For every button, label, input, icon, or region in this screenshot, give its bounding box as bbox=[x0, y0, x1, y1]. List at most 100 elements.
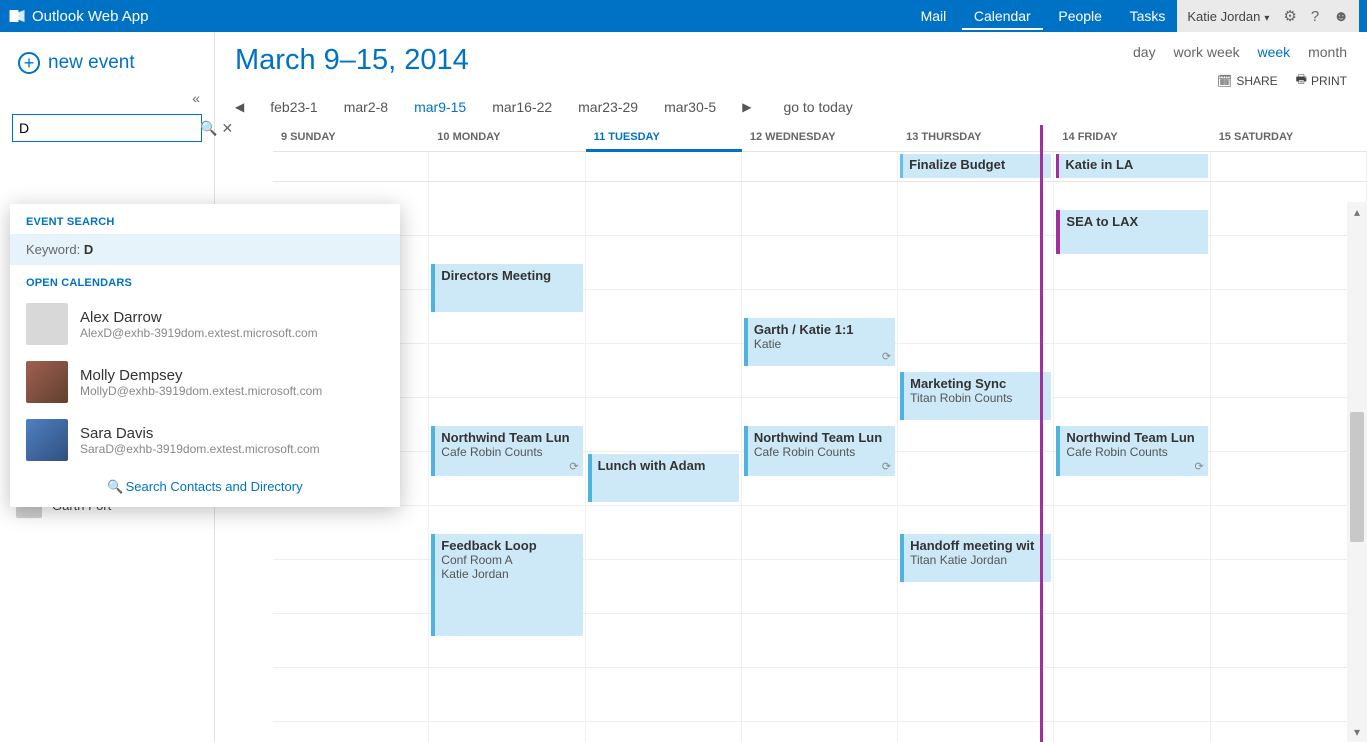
person-result[interactable]: Molly Dempsey MollyD@exhb-3919dom.extest… bbox=[10, 353, 400, 411]
user-menu[interactable]: Katie Jordan▾ bbox=[1187, 9, 1269, 24]
user-presence-icon[interactable]: ☻ bbox=[1333, 8, 1349, 25]
person-result[interactable]: Sara Davis SaraD@exhb-3919dom.extest.mic… bbox=[10, 411, 400, 469]
day-column[interactable]: Directors Meeting Northwind Team LunCafe … bbox=[429, 182, 585, 742]
app-title: Outlook Web App bbox=[32, 8, 148, 25]
day-column[interactable] bbox=[1211, 182, 1367, 742]
calendar-event[interactable]: Marketing SyncTitan Robin Counts bbox=[900, 372, 1051, 420]
day-header[interactable]: 12 WEDNESDAY bbox=[742, 125, 898, 151]
nav-tasks[interactable]: Tasks bbox=[1118, 2, 1178, 30]
event-search-header: EVENT SEARCH bbox=[10, 204, 400, 234]
event-title: Northwind Team Lun bbox=[1066, 430, 1201, 445]
allday-cell[interactable]: Katie in LA bbox=[1054, 152, 1210, 181]
share-button[interactable]: 🗓SHARE bbox=[1217, 70, 1278, 91]
nav-mail[interactable]: Mail bbox=[909, 2, 959, 30]
person-result[interactable]: Alex Darrow AlexD@exhb-3919dom.extest.mi… bbox=[10, 295, 400, 353]
help-icon[interactable]: ? bbox=[1311, 8, 1319, 25]
new-event-button[interactable]: + new event bbox=[0, 46, 214, 90]
person-name: Alex Darrow bbox=[80, 309, 318, 326]
scroll-thumb[interactable] bbox=[1350, 412, 1364, 542]
event-title: Marketing Sync bbox=[910, 376, 1045, 391]
person-email: MollyD@exhb-3919dom.extest.microsoft.com bbox=[80, 384, 322, 398]
search-dropdown: EVENT SEARCH Keyword: D OPEN CALENDARS A… bbox=[10, 204, 400, 507]
allday-event[interactable]: Katie in LA bbox=[1056, 154, 1207, 178]
view-day[interactable]: day bbox=[1133, 44, 1156, 60]
view-work-week[interactable]: work week bbox=[1173, 44, 1239, 60]
print-icon: 🖶 bbox=[1296, 70, 1307, 91]
allday-cell[interactable]: Finalize Budget bbox=[898, 152, 1054, 181]
day-column[interactable]: Marketing SyncTitan Robin Counts Handoff … bbox=[898, 182, 1054, 742]
week-nav-item[interactable]: mar16-22 bbox=[492, 99, 552, 115]
event-subtitle: Cafe Robin Counts bbox=[441, 445, 576, 459]
allday-cell[interactable] bbox=[1211, 152, 1367, 181]
nav-calendar[interactable]: Calendar bbox=[962, 2, 1043, 30]
allday-cell[interactable] bbox=[742, 152, 898, 181]
view-month[interactable]: month bbox=[1308, 44, 1347, 60]
share-icon: 🗓 bbox=[1217, 74, 1232, 88]
day-header[interactable]: 11 TUESDAY bbox=[586, 125, 742, 152]
vertical-scrollbar[interactable]: ▴ ▾ bbox=[1347, 202, 1367, 742]
prev-week-icon[interactable]: ◀ bbox=[235, 100, 244, 114]
scroll-down-icon[interactable]: ▾ bbox=[1347, 722, 1367, 742]
user-area: Katie Jordan▾ ⚙ ? ☻ bbox=[1177, 0, 1359, 32]
week-nav-item[interactable]: mar30-5 bbox=[664, 99, 716, 115]
calendar-search-box[interactable]: 🔍 ✕ bbox=[12, 114, 202, 142]
current-time-line bbox=[1040, 125, 1043, 742]
week-nav-item[interactable]: mar23-29 bbox=[578, 99, 638, 115]
day-column[interactable]: SEA to LAX Northwind Team LunCafe Robin C… bbox=[1054, 182, 1210, 742]
allday-cell[interactable] bbox=[429, 152, 585, 181]
grid-columns: Directors MeetingNorthwind Team LunCafe … bbox=[273, 182, 1367, 742]
search-input[interactable] bbox=[19, 118, 200, 138]
week-nav-item[interactable]: feb23-1 bbox=[270, 99, 317, 115]
grid-scroll[interactable]: 1p2p3p4p5p Directors MeetingNorthwind Te… bbox=[273, 182, 1367, 742]
calendar-event[interactable]: SEA to LAX bbox=[1056, 210, 1207, 254]
keyword-row[interactable]: Keyword: D bbox=[10, 234, 400, 265]
nav-people[interactable]: People bbox=[1046, 2, 1114, 30]
week-nav-item[interactable]: mar2-8 bbox=[344, 99, 388, 115]
calendar-event[interactable]: Feedback LoopConf Room AKatie Jordan bbox=[431, 534, 582, 636]
allday-cell[interactable] bbox=[586, 152, 742, 181]
calendar-event[interactable]: Northwind Team LunCafe Robin Counts⟳ bbox=[1056, 426, 1207, 476]
calendar-event[interactable]: Northwind Team LunCafe Robin Counts⟳ bbox=[431, 426, 582, 476]
view-week[interactable]: week bbox=[1258, 44, 1291, 60]
top-nav: Mail Calendar People Tasks bbox=[909, 2, 1178, 30]
avatar bbox=[26, 303, 68, 345]
recurring-icon: ⟳ bbox=[569, 460, 578, 473]
recurring-icon: ⟳ bbox=[1194, 460, 1203, 473]
day-header[interactable]: 14 FRIDAY bbox=[1054, 125, 1210, 151]
day-header[interactable]: 9 SUNDAY bbox=[273, 125, 429, 151]
search-directory-link[interactable]: 🔍Search Contacts and Directory bbox=[10, 469, 400, 501]
person-email: SaraD@exhb-3919dom.extest.microsoft.com bbox=[80, 442, 320, 456]
event-title: Northwind Team Lun bbox=[754, 430, 889, 445]
calendar-event[interactable]: Directors Meeting bbox=[431, 264, 582, 312]
calendar-event[interactable]: Garth / Katie 1:1Katie⟳ bbox=[744, 318, 895, 366]
scroll-up-icon[interactable]: ▴ bbox=[1347, 202, 1367, 222]
event-subtitle: Titan Katie Jordan bbox=[910, 553, 1045, 567]
open-calendars-header: OPEN CALENDARS bbox=[10, 265, 400, 295]
calendar-event[interactable]: Handoff meeting witTitan Katie Jordan bbox=[900, 534, 1051, 582]
gear-icon[interactable]: ⚙ bbox=[1283, 7, 1296, 25]
calendar-event[interactable]: Lunch with Adam bbox=[588, 454, 739, 502]
event-subtitle: Cafe Robin Counts bbox=[754, 445, 889, 459]
recurring-icon: ⟳ bbox=[882, 350, 891, 363]
day-header[interactable]: 15 SATURDAY bbox=[1211, 125, 1367, 151]
event-subtitle: Cafe Robin Counts bbox=[1066, 445, 1201, 459]
week-navigator: ◀ feb23-1 mar2-8 mar9-15 mar16-22 mar23-29 ma… bbox=[215, 91, 1367, 125]
event-subtitle: Katie bbox=[754, 337, 889, 351]
collapse-sidebar-button[interactable]: « bbox=[0, 90, 214, 106]
app-logo: Outlook Web App bbox=[8, 7, 148, 25]
allday-event[interactable]: Finalize Budget bbox=[900, 154, 1051, 178]
day-header[interactable]: 10 MONDAY bbox=[429, 125, 585, 151]
allday-cell[interactable] bbox=[273, 152, 429, 181]
week-nav-item[interactable]: mar9-15 bbox=[414, 99, 466, 115]
calendar-event[interactable]: Northwind Team LunCafe Robin Counts⟳ bbox=[744, 426, 895, 476]
outlook-icon bbox=[8, 7, 26, 25]
go-to-today[interactable]: go to today bbox=[783, 99, 852, 115]
day-column[interactable]: Lunch with Adam bbox=[586, 182, 742, 742]
day-column[interactable]: Garth / Katie 1:1Katie⟳ Northwind Team Lu… bbox=[742, 182, 898, 742]
next-week-icon[interactable]: ▶ bbox=[742, 100, 751, 114]
date-range-title: March 9–15, 2014 bbox=[235, 44, 469, 77]
print-button[interactable]: 🖶PRINT bbox=[1296, 70, 1347, 91]
view-tabs: day work week week month bbox=[1119, 44, 1347, 60]
day-header[interactable]: 13 THURSDAY bbox=[898, 125, 1054, 151]
person-email: AlexD@exhb-3919dom.extest.microsoft.com bbox=[80, 326, 318, 340]
